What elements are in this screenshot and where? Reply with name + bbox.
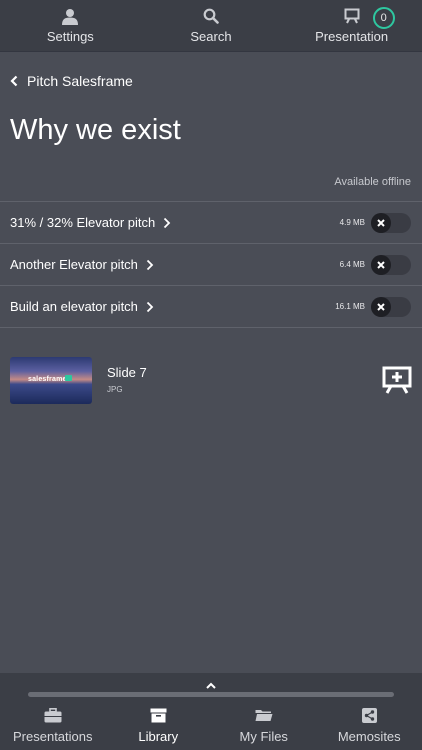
share-icon	[360, 707, 378, 723]
close-icon	[371, 296, 391, 317]
available-offline-label: Available offline	[334, 176, 411, 188]
pitch-row[interactable]: Build an elevator pitch 16.1 MB	[0, 285, 422, 328]
tab-memosites[interactable]: Memosites	[317, 703, 422, 750]
presentation-label: Presentation	[315, 29, 389, 44]
offline-toggle[interactable]	[371, 254, 411, 275]
page-title: Why we exist	[10, 114, 181, 146]
chevron-left-icon	[10, 72, 22, 90]
presentation-nav-item[interactable]: Presentation 0	[297, 0, 407, 51]
breadcrumb-label: Pitch Salesframe	[27, 73, 133, 89]
pitch-row[interactable]: 31% / 32% Elevator pitch 4.9 MB	[0, 201, 422, 243]
pitch-name: Another Elevator pitch	[10, 257, 138, 272]
offline-toggle[interactable]	[371, 212, 411, 233]
user-icon	[61, 7, 79, 25]
bottom-tabs: Presentations Library My Files Memosites	[0, 703, 422, 750]
top-nav: Settings Search Presentation 0	[0, 0, 422, 52]
add-to-presentation-button[interactable]	[382, 366, 412, 394]
search-icon	[202, 7, 220, 25]
slide-title: Slide 7	[107, 365, 147, 380]
pitch-name: Build an elevator pitch	[10, 299, 138, 314]
slide-thumbnail: salesframe	[10, 357, 92, 404]
tab-label: My Files	[239, 729, 288, 744]
drag-handle[interactable]	[28, 692, 394, 697]
close-icon	[371, 212, 391, 233]
tab-library[interactable]: Library	[106, 703, 211, 750]
search-nav-item[interactable]: Search	[156, 0, 266, 51]
chevron-right-icon	[146, 259, 154, 271]
thumbnail-logo-text: salesframe	[28, 376, 67, 383]
presentation-count-badge: 0	[372, 7, 395, 29]
tab-label: Presentations	[13, 729, 93, 744]
pitch-list: 31% / 32% Elevator pitch 4.9 MB Another …	[0, 201, 422, 328]
presentation-board-icon	[343, 7, 361, 25]
pitch-size: 16.1 MB	[335, 302, 365, 311]
search-label: Search	[190, 29, 232, 44]
offline-toggle[interactable]	[371, 296, 411, 317]
slide-file-type: JPG	[107, 385, 123, 394]
breadcrumb-back-button[interactable]: Pitch Salesframe	[10, 72, 133, 90]
chevron-up-icon[interactable]	[205, 678, 217, 689]
settings-nav-item[interactable]: Settings	[15, 0, 125, 51]
tab-label: Memosites	[337, 729, 401, 744]
slide-item[interactable]: salesframe Slide 7 JPG	[10, 357, 412, 404]
folder-icon	[255, 707, 273, 723]
tab-my-files[interactable]: My Files	[211, 703, 316, 750]
pitch-size: 4.9 MB	[339, 218, 365, 227]
tab-presentations[interactable]: Presentations	[0, 703, 105, 750]
chevron-right-icon	[146, 301, 154, 313]
briefcase-icon	[44, 707, 62, 723]
archive-icon	[149, 707, 167, 723]
pitch-row[interactable]: Another Elevator pitch 6.4 MB	[0, 243, 422, 285]
pitch-name: 31% / 32% Elevator pitch	[10, 215, 156, 230]
settings-label: Settings	[46, 29, 94, 44]
bottom-bar: Presentations Library My Files Memosites	[0, 673, 422, 750]
chevron-right-icon	[163, 217, 171, 229]
pitch-size: 6.4 MB	[339, 260, 365, 269]
add-to-presentation-icon	[382, 366, 412, 394]
salesframe-logo-icon	[65, 375, 72, 381]
tab-label: Library	[138, 729, 179, 744]
close-icon	[371, 254, 391, 275]
